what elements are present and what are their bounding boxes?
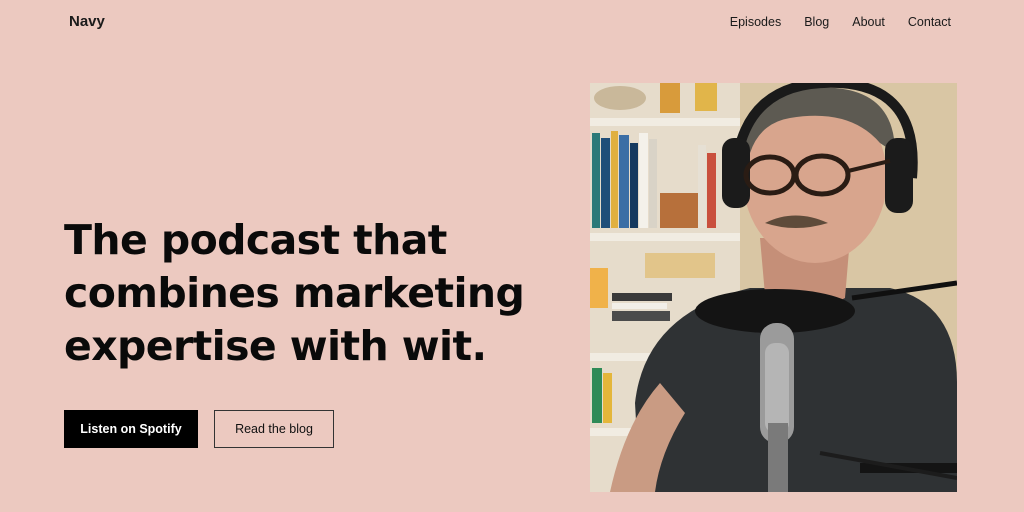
read-the-blog-button[interactable]: Read the blog	[214, 410, 334, 448]
site-title[interactable]: Navy	[69, 13, 105, 30]
nav-item-about[interactable]: About	[852, 15, 885, 29]
listen-on-spotify-button[interactable]: Listen on Spotify	[64, 410, 198, 448]
podcaster-illustration	[590, 83, 957, 492]
nav-item-blog[interactable]: Blog	[804, 15, 829, 29]
hero-headline: The podcast that combines marketing expe…	[64, 216, 525, 370]
nav-item-contact[interactable]: Contact	[908, 15, 951, 29]
hero-photo	[590, 83, 957, 492]
main-nav: Episodes Blog About Contact	[730, 15, 951, 29]
nav-item-episodes[interactable]: Episodes	[730, 15, 781, 29]
